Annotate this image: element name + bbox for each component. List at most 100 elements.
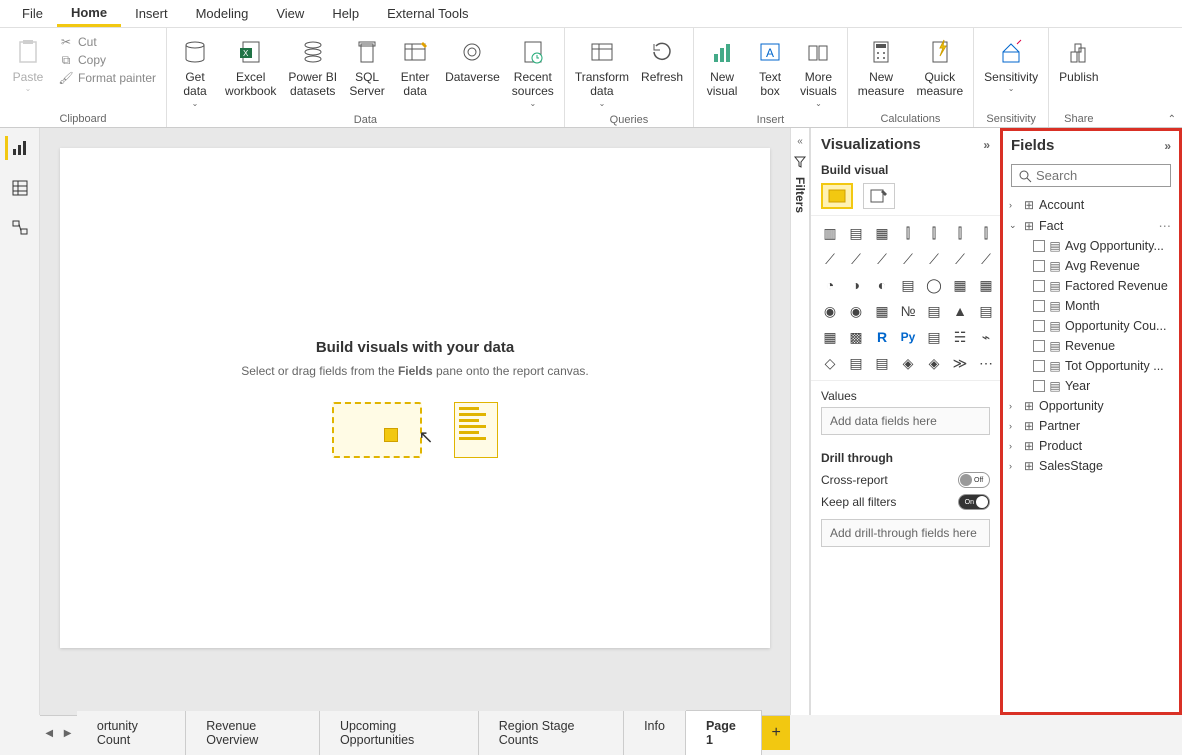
viz-type-16[interactable]: ◐ [871, 274, 893, 296]
paste-button[interactable]: Paste ⌄ [6, 32, 50, 98]
viz-type-5[interactable]: ⫿ [949, 222, 971, 244]
recent-sources-button[interactable]: Recent sources⌄ [508, 32, 558, 112]
enter-data-button[interactable]: Enter data [393, 32, 437, 103]
viz-type-39[interactable]: ◈ [923, 352, 945, 374]
get-data-button[interactable]: Get data⌄ [173, 32, 217, 112]
viz-type-25[interactable]: ▤ [923, 300, 945, 322]
viz-type-30[interactable]: R [871, 326, 893, 348]
viz-type-35[interactable]: ◇ [819, 352, 841, 374]
data-view-button[interactable] [8, 176, 32, 200]
collapse-viz-icon[interactable]: » [983, 138, 990, 152]
viz-type-18[interactable]: ◯ [923, 274, 945, 296]
menu-file[interactable]: File [8, 2, 57, 25]
viz-type-4[interactable]: ⫿ [923, 222, 945, 244]
excel-button[interactable]: XExcel workbook [221, 32, 280, 103]
cross-report-toggle[interactable]: Off [958, 472, 990, 488]
keep-filters-toggle[interactable]: On [958, 494, 990, 510]
field-year[interactable]: ▤Year [1003, 376, 1179, 396]
drill-through-dropzone[interactable]: Add drill-through fields here [821, 519, 990, 547]
expand-filters-icon[interactable]: « [797, 136, 803, 147]
format-painter-button[interactable]: 🖌Format painter [58, 70, 156, 86]
collapse-ribbon-button[interactable]: ⌃ [1168, 114, 1176, 125]
viz-type-29[interactable]: ▩ [845, 326, 867, 348]
table-opportunity[interactable]: ›⊞Opportunity [1003, 396, 1179, 416]
viz-type-21[interactable]: ◉ [819, 300, 841, 322]
table-salesstage[interactable]: ›⊞SalesStage [1003, 456, 1179, 476]
viz-type-1[interactable]: ▤ [845, 222, 867, 244]
viz-type-36[interactable]: ▤ [845, 352, 867, 374]
format-visual-tab[interactable] [863, 183, 895, 209]
viz-type-6[interactable]: ⫿ [975, 222, 997, 244]
viz-type-3[interactable]: ⫿ [897, 222, 919, 244]
page-tab-upcoming-opportunities[interactable]: Upcoming Opportunities [320, 711, 479, 755]
cut-button[interactable]: ✂Cut [58, 34, 156, 50]
pbi-datasets-button[interactable]: Power BI datasets [284, 32, 341, 103]
dataverse-button[interactable]: Dataverse [441, 32, 504, 88]
viz-type-10[interactable]: ⟋ [897, 248, 919, 270]
transform-data-button[interactable]: Transform data⌄ [571, 32, 633, 112]
field-opportunity-cou---[interactable]: ▤Opportunity Cou... [1003, 316, 1179, 336]
sensitivity-button[interactable]: Sensitivity⌄ [980, 32, 1042, 98]
new-measure-button[interactable]: New measure [854, 32, 909, 103]
tabs-scroll-right[interactable]: ▶ [58, 728, 76, 739]
report-view-button[interactable] [5, 136, 29, 160]
menu-home[interactable]: Home [57, 1, 121, 27]
viz-type-9[interactable]: ⟋ [871, 248, 893, 270]
viz-type-28[interactable]: ▦ [819, 326, 841, 348]
viz-type-41[interactable]: ⋯ [975, 352, 997, 374]
viz-type-7[interactable]: ⟋ [819, 248, 841, 270]
viz-type-38[interactable]: ◈ [897, 352, 919, 374]
table-fact[interactable]: ⌄⊞Fact⋯ [1003, 215, 1179, 236]
viz-type-27[interactable]: ▤ [975, 300, 997, 322]
viz-type-26[interactable]: ▲ [949, 300, 971, 322]
viz-type-34[interactable]: ⌁ [975, 326, 997, 348]
page-tab-revenue-overview[interactable]: Revenue Overview [186, 711, 320, 755]
viz-type-12[interactable]: ⟋ [949, 248, 971, 270]
more-visuals-button[interactable]: More visuals⌄ [796, 32, 841, 112]
viz-type-2[interactable]: ▦ [871, 222, 893, 244]
field-avg-opportunity---[interactable]: ▤Avg Opportunity... [1003, 236, 1179, 256]
viz-type-23[interactable]: ▦ [871, 300, 893, 322]
field-revenue[interactable]: ▤Revenue [1003, 336, 1179, 356]
viz-type-13[interactable]: ⟋ [975, 248, 997, 270]
viz-type-19[interactable]: ▦ [949, 274, 971, 296]
tabs-scroll-left[interactable]: ◀ [40, 728, 58, 739]
table-product[interactable]: ›⊞Product [1003, 436, 1179, 456]
viz-type-32[interactable]: ▤ [923, 326, 945, 348]
viz-type-17[interactable]: ▤ [897, 274, 919, 296]
field-month[interactable]: ▤Month [1003, 296, 1179, 316]
page-tab-info[interactable]: Info [624, 711, 686, 755]
viz-type-15[interactable]: ◑ [845, 274, 867, 296]
viz-type-8[interactable]: ⟋ [845, 248, 867, 270]
menu-help[interactable]: Help [318, 2, 373, 25]
menu-insert[interactable]: Insert [121, 2, 182, 25]
report-canvas[interactable]: Build visuals with your data Select or d… [60, 148, 770, 648]
model-view-button[interactable] [8, 216, 32, 240]
collapse-fields-icon[interactable]: » [1164, 139, 1171, 153]
menu-modeling[interactable]: Modeling [182, 2, 263, 25]
search-input[interactable] [1036, 168, 1182, 183]
add-page-button[interactable]: + [762, 716, 790, 750]
viz-type-22[interactable]: ◉ [845, 300, 867, 322]
values-dropzone[interactable]: Add data fields here [821, 407, 990, 435]
field-avg-revenue[interactable]: ▤Avg Revenue [1003, 256, 1179, 276]
menu-view[interactable]: View [262, 2, 318, 25]
viz-type-33[interactable]: ☵ [949, 326, 971, 348]
quick-measure-button[interactable]: Quick measure [912, 32, 967, 103]
publish-button[interactable]: Publish [1055, 32, 1102, 88]
sql-server-button[interactable]: SQL Server [345, 32, 389, 103]
viz-type-11[interactable]: ⟋ [923, 248, 945, 270]
viz-type-40[interactable]: ≫ [949, 352, 971, 374]
build-visual-tab[interactable] [821, 183, 853, 209]
menu-external-tools[interactable]: External Tools [373, 2, 482, 25]
viz-type-14[interactable]: ◔ [819, 274, 841, 296]
text-box-button[interactable]: AText box [748, 32, 792, 103]
viz-type-0[interactable]: ▥ [819, 222, 841, 244]
page-tab-region-stage-counts[interactable]: Region Stage Counts [479, 711, 624, 755]
fields-search[interactable] [1011, 164, 1171, 187]
refresh-button[interactable]: Refresh [637, 32, 687, 88]
copy-button[interactable]: ⧉Copy [58, 52, 156, 68]
page-tab-page-1[interactable]: Page 1 [686, 710, 762, 755]
viz-type-31[interactable]: Py [897, 326, 919, 348]
viz-type-20[interactable]: ▦ [975, 274, 997, 296]
